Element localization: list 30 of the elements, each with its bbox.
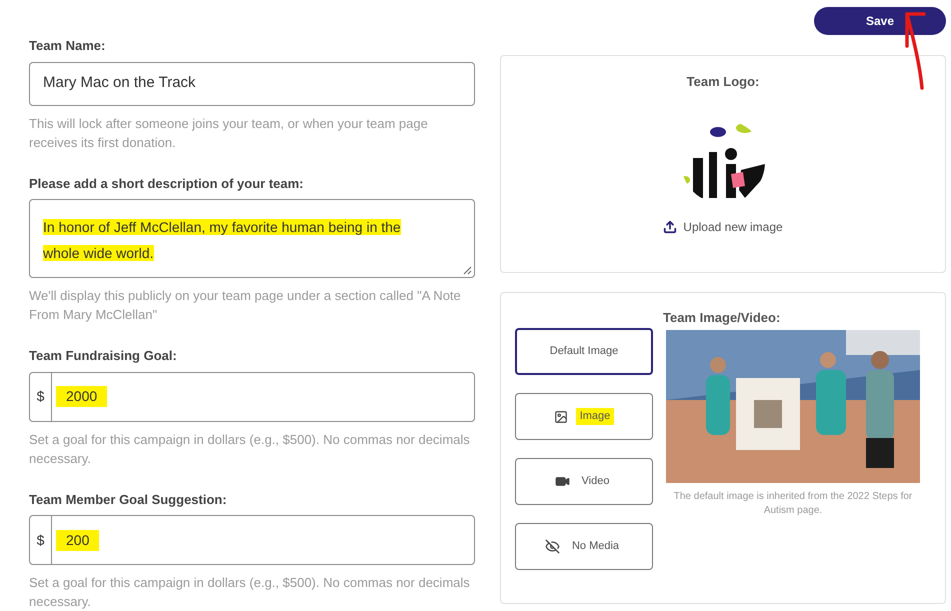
video-camera-icon	[554, 474, 570, 489]
amount-field[interactable]: $ 200	[29, 515, 475, 565]
caption: The default image is inherited from the 2022 Steps for Autism page.	[672, 490, 914, 518]
media-option[interactable]: Image	[515, 393, 653, 440]
media-option[interactable]: No Media	[515, 523, 653, 570]
field-label: Please add a short description of your team:	[29, 174, 305, 193]
help-text: Set a goal for this campaign in dollars (e.g., $500). No commas nor decimals necessary.	[29, 430, 471, 468]
text-field[interactable]: Mary Mac on the Track	[29, 62, 475, 106]
currency-prefix: $	[30, 516, 52, 564]
help-text: This will lock after someone joins your team, or when your team page receives its first donation.	[29, 114, 429, 152]
card-title: Team Logo:	[686, 73, 760, 91]
upload-icon	[663, 220, 678, 234]
media-option[interactable]: Video	[515, 458, 653, 505]
resize-handle-icon[interactable]	[463, 266, 472, 275]
currency-prefix: $	[30, 372, 52, 420]
field-label: Team Member Goal Suggestion:	[29, 490, 228, 509]
media-option[interactable]: Default Image	[515, 328, 653, 375]
upload-link[interactable]: Upload new image	[663, 218, 783, 236]
amount-value: 200	[56, 530, 100, 550]
description-field[interactable]: In honor of Jeff McClellan, my favorite human being in the whole wide world.	[29, 199, 475, 278]
amount-value: 2000	[56, 386, 108, 407]
help-text: Set a goal for this campaign in dollars (e.g., $500). No commas nor decimals necessary.	[29, 574, 471, 611]
image-icon	[554, 410, 568, 424]
eye-off-icon	[544, 539, 560, 554]
field-label: Team Name:	[29, 37, 106, 55]
amount-field[interactable]: $ 2000	[29, 372, 475, 422]
card-title: Team Image/Video:	[663, 309, 780, 327]
help-text: We'll display this publicly on your team page under a section called "A Note From Mary McClellan"	[29, 287, 462, 324]
save-button[interactable]: Save	[814, 7, 946, 35]
field-label: Team Fundraising Goal:	[29, 347, 178, 365]
